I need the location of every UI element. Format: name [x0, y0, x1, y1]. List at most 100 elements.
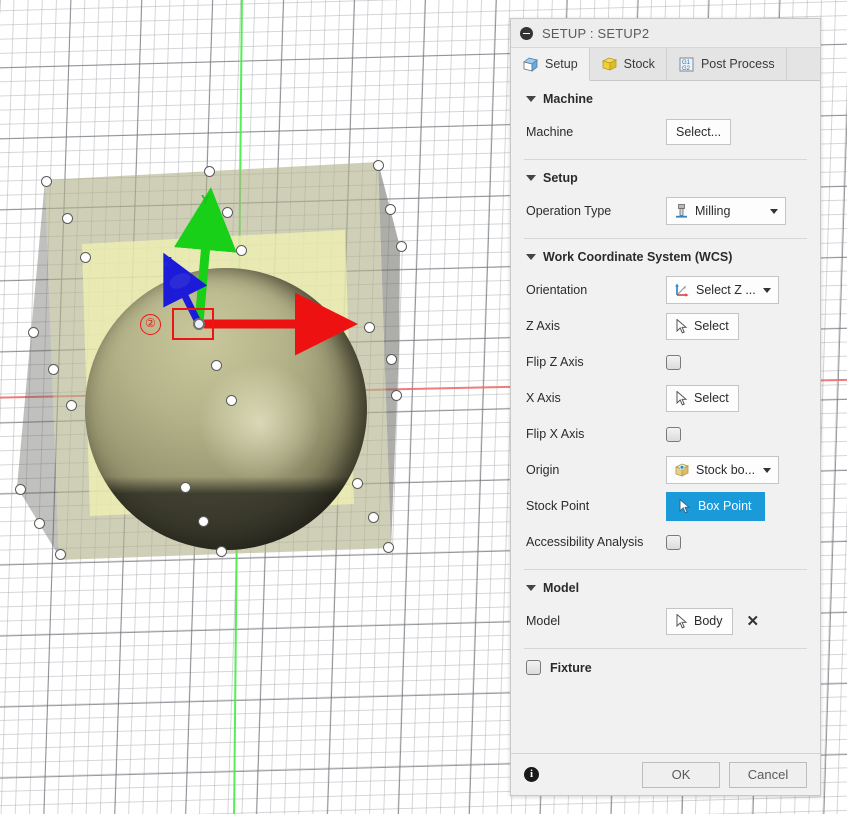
row-accessibility: Accessibility Analysis	[511, 524, 820, 560]
stock-handle[interactable]	[62, 213, 73, 224]
label-flip-x: Flip X Axis	[526, 427, 666, 441]
cursor-arrow-icon	[679, 499, 692, 514]
flip-z-checkbox[interactable]	[666, 355, 681, 370]
dialog-body: Machine Machine Select... Setup Operatio…	[511, 81, 820, 753]
label-machine: Machine	[526, 125, 666, 139]
section-header-machine[interactable]: Machine	[511, 81, 820, 114]
stock-handle[interactable]	[352, 478, 363, 489]
stock-handle[interactable]	[368, 512, 379, 523]
x-axis-select-label: Select	[694, 391, 729, 405]
gcode-icon: G1 G2	[678, 56, 695, 73]
stock-handle[interactable]	[222, 207, 233, 218]
box-point-label: Box Point	[698, 499, 752, 513]
stock-handle[interactable]	[66, 400, 77, 411]
row-operation-type: Operation Type Milling	[511, 193, 820, 229]
dialog-title: SETUP : SETUP2	[542, 26, 649, 41]
label-stock-point: Stock Point	[526, 499, 666, 513]
cursor-arrow-icon	[676, 391, 689, 406]
orientation-dropdown[interactable]: Select Z ...	[666, 276, 779, 304]
stock-handle[interactable]	[80, 252, 91, 263]
section-title-model: Model	[543, 581, 579, 595]
model-body-label: Body	[694, 614, 723, 628]
setup-dialog: SETUP : SETUP2 Setup Stock	[510, 18, 821, 796]
orientation-value: Select Z ...	[696, 283, 756, 297]
info-icon[interactable]: i	[524, 767, 539, 782]
section-title-machine: Machine	[543, 92, 593, 106]
tab-stock[interactable]: Stock	[590, 48, 667, 80]
flip-x-checkbox[interactable]	[666, 427, 681, 442]
row-model: Model Body ✕	[511, 603, 820, 639]
close-x-icon[interactable]: ✕	[747, 614, 760, 629]
ok-button[interactable]: OK	[642, 762, 720, 788]
label-orientation: Orientation	[526, 283, 666, 297]
row-x-axis: X Axis Select	[511, 380, 820, 416]
dialog-tabstrip: Setup Stock G1 G2 Post Process	[511, 48, 820, 81]
stock-box-point-icon	[674, 462, 690, 478]
z-axis-select-button[interactable]: Select	[666, 313, 739, 340]
stock-handle[interactable]	[391, 390, 402, 401]
section-title-setup: Setup	[543, 171, 578, 185]
stock-handle[interactable]	[41, 176, 52, 187]
z-axis-select-label: Select	[694, 319, 729, 333]
stock-handle[interactable]	[204, 166, 215, 177]
stock-handle[interactable]	[236, 245, 247, 256]
stock-handle[interactable]	[226, 395, 237, 406]
tab-post-process-label: Post Process	[701, 57, 775, 71]
model-sphere-rim	[85, 268, 367, 550]
axis-label-x: X	[332, 314, 341, 329]
stock-handle[interactable]	[385, 204, 396, 215]
row-flip-z: Flip Z Axis	[511, 344, 820, 380]
stock-handle[interactable]	[180, 482, 191, 493]
tab-setup-label: Setup	[545, 57, 578, 71]
section-header-setup[interactable]: Setup	[511, 160, 820, 193]
row-origin: Origin Stock bo...	[511, 452, 820, 488]
stock-handle[interactable]	[386, 354, 397, 365]
setup-box-icon	[522, 56, 539, 73]
caret-down-icon	[526, 175, 536, 181]
origin-dropdown[interactable]: Stock bo...	[666, 456, 779, 484]
stock-box-icon	[601, 56, 618, 73]
stock-handle[interactable]	[396, 241, 407, 252]
stock-handle[interactable]	[211, 360, 222, 371]
cancel-button[interactable]: Cancel	[729, 762, 807, 788]
stock-handle[interactable]	[55, 549, 66, 560]
x-axis-select-button[interactable]: Select	[666, 385, 739, 412]
tab-post-process[interactable]: G1 G2 Post Process	[667, 48, 787, 80]
stock-handle[interactable]	[48, 364, 59, 375]
stock-handle[interactable]	[383, 542, 394, 553]
tab-stock-label: Stock	[624, 57, 655, 71]
stock-handle[interactable]	[373, 160, 384, 171]
label-origin: Origin	[526, 463, 666, 477]
box-point-button[interactable]: Box Point	[666, 492, 765, 521]
stock-handle[interactable]	[34, 518, 45, 529]
stock-handle[interactable]	[364, 322, 375, 333]
machine-select-button[interactable]: Select...	[666, 119, 731, 145]
milling-tool-icon	[674, 203, 689, 219]
section-header-wcs[interactable]: Work Coordinate System (WCS)	[511, 239, 820, 272]
label-x-axis: X Axis	[526, 391, 666, 405]
stock-handle[interactable]	[198, 516, 209, 527]
section-header-model[interactable]: Model	[511, 570, 820, 603]
stock-handle[interactable]	[15, 484, 26, 495]
accessibility-checkbox[interactable]	[666, 535, 681, 550]
row-stock-point: Stock Point Box Point	[511, 488, 820, 524]
row-orientation: Orientation Select Z ...	[511, 272, 820, 308]
tab-setup[interactable]: Setup	[511, 48, 590, 81]
axis-label-z: Z	[164, 254, 172, 269]
stock-handle[interactable]	[216, 546, 227, 557]
operation-type-dropdown[interactable]: Milling	[666, 197, 786, 225]
row-fixture: Fixture	[511, 649, 820, 675]
minus-circle-icon[interactable]	[520, 27, 533, 40]
label-z-axis: Z Axis	[526, 319, 666, 333]
label-flip-z: Flip Z Axis	[526, 355, 666, 369]
label-accessibility: Accessibility Analysis	[526, 535, 666, 549]
caret-down-icon	[526, 254, 536, 260]
chevron-down-icon	[770, 209, 778, 214]
row-z-axis: Z Axis Select	[511, 308, 820, 344]
stock-handle[interactable]	[28, 327, 39, 338]
chevron-down-icon	[763, 468, 771, 473]
operation-type-value: Milling	[695, 204, 730, 218]
model-body-button[interactable]: Body	[666, 608, 733, 635]
row-machine: Machine Select...	[511, 114, 820, 150]
fixture-checkbox[interactable]	[526, 660, 541, 675]
